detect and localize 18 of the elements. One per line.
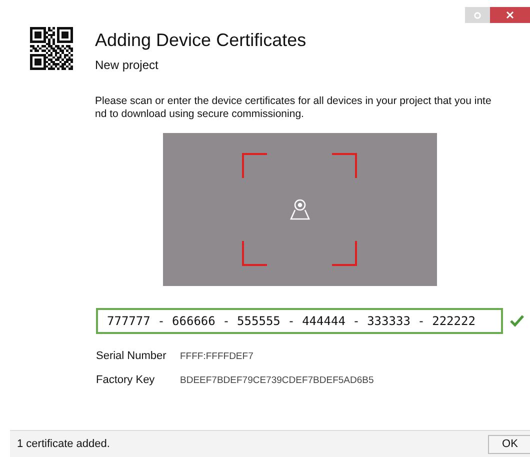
circle-icon [474,12,481,18]
detail-value: BDEEF7BDEF79CE739CDEF7BDEF5AD6B5 [180,374,374,388]
certificate-input[interactable]: 777777 - 666666 - 555555 - 444444 - 333333 - 222222 [96,308,503,334]
detail-value: FFFF:FFFFDEF7 [180,350,254,364]
scan-corner-icon [331,153,357,179]
scan-corner-icon [242,153,268,179]
ok-button[interactable]: OK [488,434,530,454]
detail-label: Serial Number [96,349,168,364]
scan-corner-icon [331,240,357,266]
close-button[interactable] [490,7,530,23]
scan-corner-icon [242,240,268,266]
status-message: 1 certificate added. [16,436,110,452]
detail-label: Factory Key [96,372,156,388]
instructions-text: Please scan or enter the device certificates for all devices in your project that you intend to download using secure commissioning. [95,95,492,121]
close-icon [506,11,514,19]
qr-code-icon [30,27,73,70]
dialog-title: Adding Device Certificates [95,29,306,51]
project-name: New project [95,57,160,74]
